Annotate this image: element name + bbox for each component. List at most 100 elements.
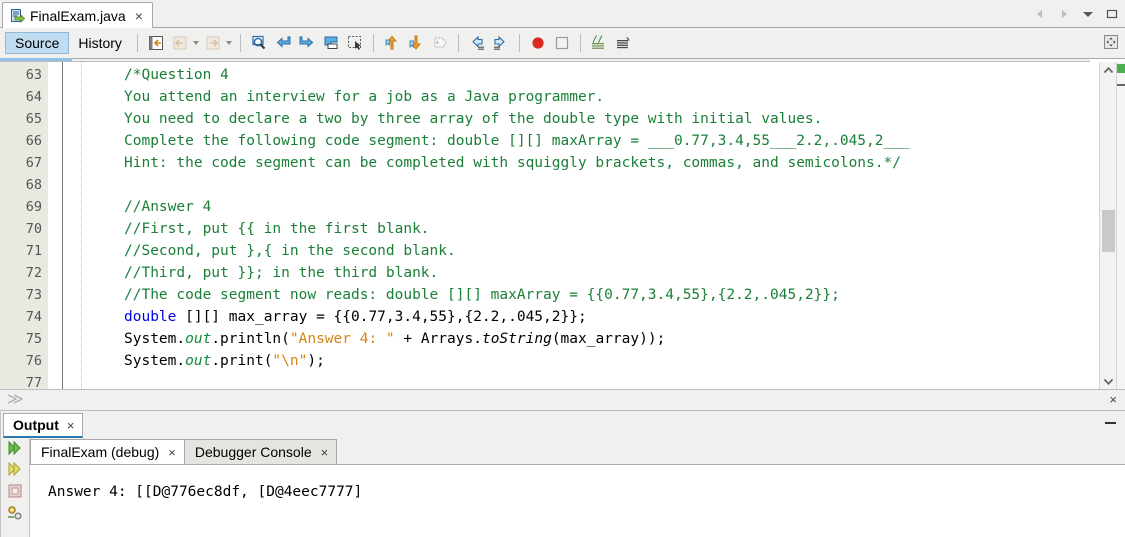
code-token: You need to declare a two by three array… [124,111,823,127]
find-previous-icon[interactable] [272,32,294,54]
stop-square-icon[interactable] [5,481,25,501]
line-number: 69 [25,199,42,215]
line-number: 68 [25,177,42,193]
output-subtab-finalexam-debug[interactable]: FinalExam (debug) × [30,439,185,464]
stop-square-icon[interactable] [551,32,573,54]
code-token: Complete the following code segment: dou… [124,133,910,149]
shift-left-icon[interactable] [466,32,488,54]
last-edit-icon[interactable] [145,32,167,54]
code-line[interactable]: //Answer 4 [124,196,211,218]
breakpoint-circle-icon[interactable] [527,32,549,54]
code-token: Hint: the code segment can be completed … [124,155,901,171]
back-dropdown-icon[interactable] [192,32,201,54]
run-green-icon[interactable] [5,438,25,458]
uncomment-lines-icon[interactable] [612,32,634,54]
output-tab-label: Output [13,417,59,433]
tab-history[interactable]: History [69,32,131,54]
run-yellow-icon[interactable] [5,459,25,479]
output-subtab-debugger-console[interactable]: Debugger Console × [183,439,338,464]
line-number: 76 [25,353,42,369]
output-subtab-close-icon[interactable]: × [168,445,176,460]
output-subtab-label: Debugger Console [194,444,312,460]
tab-source[interactable]: Source [5,32,70,54]
maximize-button[interactable] [1105,7,1119,21]
output-subtab-close-icon[interactable]: × [321,445,329,460]
expand-strip-icon[interactable]: ≫ [7,392,24,408]
status-ok-indicator [1117,64,1125,73]
line-number: 73 [25,287,42,303]
code-line[interactable]: You need to declare a two by three array… [124,108,822,130]
shift-right-icon[interactable] [490,32,512,54]
code-token: "Answer 4: " [289,331,395,347]
output-subtab-label: FinalExam (debug) [41,444,160,460]
editor-status-close-icon[interactable]: × [1109,393,1117,406]
editor-glyph-column[interactable] [48,62,63,389]
code-line[interactable]: System.out.print("\n"); [124,350,325,372]
code-token: //First, put {{ in the first blank. [124,221,430,237]
scroll-down-icon[interactable] [1100,373,1116,389]
editor-tab-strip: FinalExam.java × [0,0,1125,28]
code-line[interactable]: Complete the following code segment: dou… [124,130,910,152]
code-token: //Third, put }}; in the third blank. [124,265,439,281]
toolbar-divider [579,34,581,52]
prev-tab-button[interactable] [1033,7,1047,21]
output-window-tab[interactable]: Output × [3,413,84,438]
down-arrow-bookmark-icon[interactable] [405,32,427,54]
editor-tab-close-icon[interactable]: × [135,9,143,23]
code-line[interactable]: //Second, put },{ in the second blank. [124,240,456,262]
output-console-text[interactable]: Answer 4: [[D@776ec8df, [D@4eec7777] [30,464,1125,537]
window-tab-controls [1033,4,1119,24]
line-number: 75 [25,331,42,347]
editor-toolbar: Source History // [0,28,1125,59]
up-arrow-bookmark-icon[interactable] [381,32,403,54]
code-text-area[interactable]: /*Question 4 You attend an interview for … [64,62,1089,389]
output-minimize-icon[interactable] [1105,422,1116,424]
toggle-highlight-icon[interactable] [320,32,342,54]
code-line[interactable]: /*Question 4 [124,64,229,86]
line-number: 66 [25,133,42,149]
scrollbar-thumb[interactable] [1102,210,1115,252]
editor-status-bar: ≫ × [0,389,1125,411]
code-token: You attend an interview for a job as a J… [124,89,605,105]
editor-tab-finalexam-java[interactable]: FinalExam.java × [2,2,153,28]
bookmark-icon[interactable] [429,32,451,54]
code-line[interactable]: //First, put {{ in the first blank. [124,218,430,240]
rectangular-selection-icon[interactable] [344,32,366,54]
comment-lines-icon[interactable]: // [588,32,610,54]
line-number: 70 [25,221,42,237]
annotation-mark [1117,84,1125,86]
netbeans-ide-window: FinalExam.java × Source History // 63 64… [0,0,1125,537]
gear-wrench-icon[interactable] [5,503,25,523]
code-line[interactable]: System.out.println("Answer 4: " + Arrays… [124,328,665,350]
code-token: ); [307,353,325,369]
back-arrow-icon[interactable] [169,32,191,54]
output-sidebar-toolbar [0,438,30,537]
forward-arrow-icon[interactable] [202,32,224,54]
code-line[interactable]: //Third, put }}; in the third blank. [124,262,438,284]
find-next-icon[interactable] [296,32,318,54]
output-subtab-strip: FinalExam (debug) × Debugger Console × [30,438,1125,464]
code-token: System. [124,331,186,347]
code-line[interactable]: Hint: the code segment can be completed … [124,152,901,174]
code-token: .print( [211,353,273,369]
code-token: //Second, put },{ in the second blank. [124,243,456,259]
line-number: 67 [25,155,42,171]
code-line[interactable]: //The code segment now reads: double [][… [124,284,840,306]
editor-vertical-scrollbar[interactable] [1099,62,1116,389]
line-number: 63 [25,67,42,83]
error-annotation-strip[interactable] [1116,62,1125,389]
output-tab-close-icon[interactable]: × [67,418,75,433]
scroll-up-icon[interactable] [1100,62,1116,78]
next-tab-button[interactable] [1057,7,1071,21]
line-number: 65 [25,111,42,127]
tab-list-dropdown-icon[interactable] [1081,7,1095,21]
code-token: double [124,309,177,325]
toolbar-divider [239,34,241,52]
forward-dropdown-icon[interactable] [225,32,234,54]
toolbar-divider [136,34,138,52]
expand-editor-icon[interactable] [1102,33,1120,51]
code-line[interactable]: double [][] max_array = {{0.77,3.4,55},{… [124,306,587,328]
magnifier-icon[interactable] [248,32,270,54]
code-editor[interactable]: 63 64 65 66 67 68 69 70 71 72 73 74 75 76 77 /*Questio… [0,58,1125,391]
code-line[interactable]: You attend an interview for a job as a J… [124,86,604,108]
